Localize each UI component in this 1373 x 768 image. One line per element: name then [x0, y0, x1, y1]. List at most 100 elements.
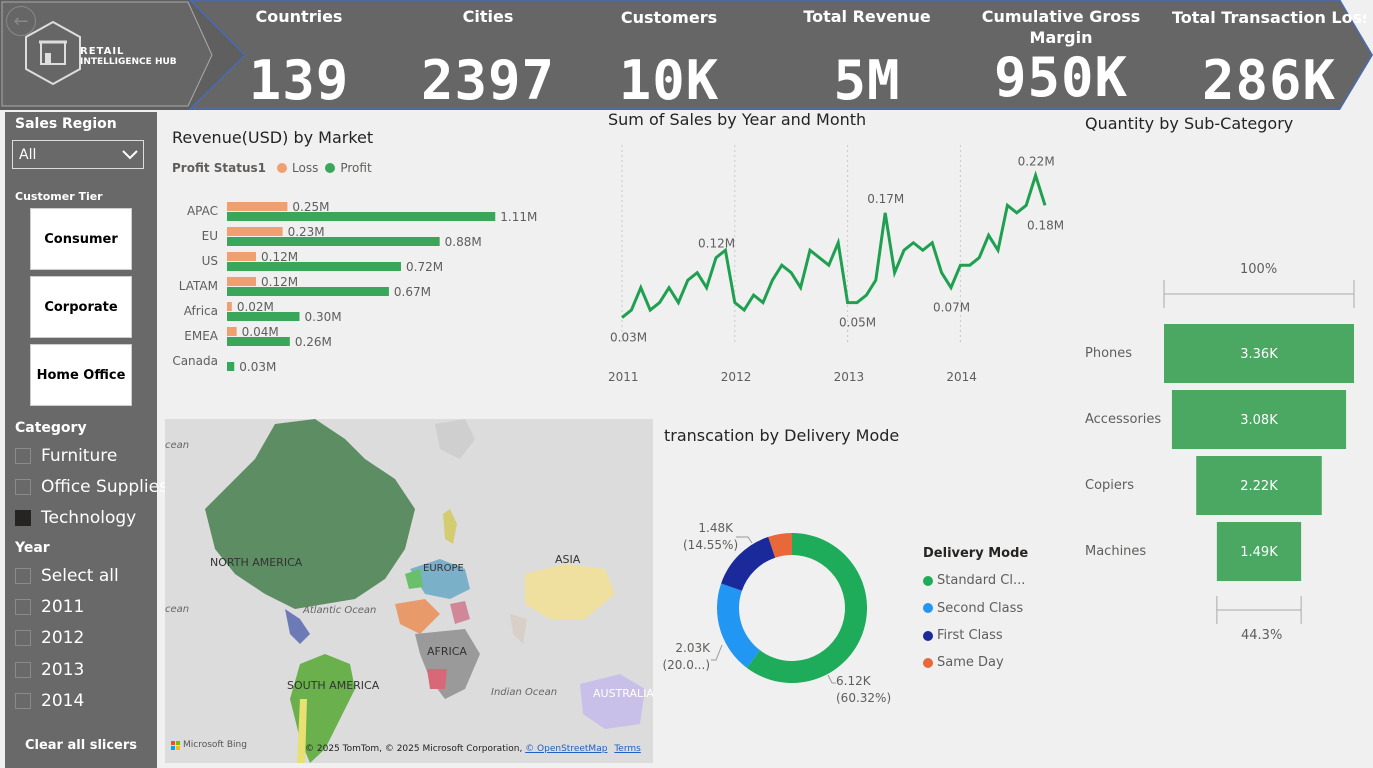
- legend-item-first: First Class: [923, 622, 1028, 649]
- microsoft-logo-icon: [171, 740, 180, 750]
- funnel-category-label: Copiers: [1085, 478, 1134, 493]
- market-bar-profit[interactable]: [227, 287, 389, 296]
- world-map[interactable]: NORTH AMERICA SOUTH AMERICA EUROPE ASIA …: [165, 419, 653, 763]
- sales-x-tick: 2011: [608, 370, 639, 384]
- market-bar-label: 0.12M: [261, 275, 298, 289]
- legend-item-same-day: Same Day: [923, 649, 1028, 676]
- sales-x-tick: 2012: [721, 370, 752, 384]
- copyright-text: © 2025 TomTom, © 2025 Microsoft Corporat…: [305, 744, 523, 754]
- checkbox[interactable]: [15, 630, 31, 646]
- checkbox[interactable]: [15, 479, 31, 495]
- market-category-label: APAC: [187, 204, 218, 218]
- checkbox[interactable]: [15, 693, 31, 709]
- market-bar-label: 0.67M: [394, 285, 431, 299]
- legend-profit: Profit: [340, 161, 372, 175]
- market-bar-profit[interactable]: [227, 312, 300, 321]
- market-bar-label: 0.04M: [242, 325, 279, 339]
- checkbox[interactable]: [15, 568, 31, 584]
- map-label-ocean-mid: cean: [165, 604, 190, 615]
- tier-button-home-office[interactable]: Home Office: [30, 344, 132, 406]
- year-item-2014[interactable]: 2014: [15, 691, 84, 711]
- market-bar-loss[interactable]: [227, 277, 256, 286]
- map-region-china: [525, 564, 615, 619]
- market-bar-profit[interactable]: [227, 362, 235, 371]
- funnel-chart: 3.36K Phones 3.08K Accessories 2.22K Copiers 1…: [1085, 280, 1355, 624]
- logo-line2: INTELLIGENCE HUB: [80, 57, 177, 67]
- year-item-2012[interactable]: 2012: [15, 628, 84, 648]
- funnel-category-label: Accessories: [1085, 412, 1161, 427]
- year-item-2013[interactable]: 2013: [15, 660, 84, 680]
- market-bar-profit[interactable]: [227, 262, 401, 271]
- sales-line-chart: 2011 2012 2013 2014 0.03M 0.12M 0.05M 0.17M 0.07…: [608, 145, 1064, 384]
- funnel-bar-label: 3.08K: [1240, 413, 1278, 428]
- standard-class-value: 6.12K: [836, 674, 871, 688]
- market-bar-profit[interactable]: [227, 237, 440, 246]
- first-class-value: 1.48K: [698, 521, 733, 535]
- sidebar: Sales Region All Customer Tier Consumer …: [5, 112, 168, 768]
- market-bar-label: 0.02M: [237, 300, 274, 314]
- second-class-value: 2.03K: [675, 641, 710, 655]
- sales-line[interactable]: [621, 170, 1047, 319]
- terms-link[interactable]: Terms: [614, 744, 641, 754]
- market-bar-label: 0.30M: [305, 310, 342, 324]
- category-item-technology[interactable]: Technology: [15, 508, 136, 528]
- map-label-indian: Indian Ocean: [491, 687, 558, 698]
- year-label: Year: [15, 540, 50, 556]
- kpi-transaction-loss: Total Transaction Loss 286K: [1172, 0, 1366, 110]
- checkbox[interactable]: [15, 662, 31, 678]
- sales-data-label: 0.05M: [839, 316, 876, 330]
- market-category-label: LATAM: [179, 279, 218, 293]
- map-attribution: © 2025 TomTom, © 2025 Microsoft Corporat…: [305, 744, 641, 754]
- market-bar-profit[interactable]: [227, 212, 496, 221]
- market-bar-label: 0.25M: [292, 200, 329, 214]
- market-bar-loss[interactable]: [227, 252, 256, 261]
- kpi-title: Countries: [255, 7, 343, 26]
- second-class-pct: (20.0...): [662, 658, 710, 672]
- market-legend: Profit Status1 Loss Profit: [172, 161, 372, 175]
- market-bar-label: 0.72M: [406, 260, 443, 274]
- sales-region-dropdown[interactable]: All: [12, 140, 144, 169]
- delivery-legend: Delivery Mode Standard Cl... Second Clas…: [923, 546, 1028, 676]
- market-bar-loss[interactable]: [227, 227, 283, 236]
- checkbox[interactable]: [15, 448, 31, 464]
- tier-button-consumer[interactable]: Consumer: [30, 208, 132, 270]
- market-bar-label: 1.11M: [500, 210, 537, 224]
- legend-dot-loss: [277, 163, 288, 173]
- checkbox[interactable]: [15, 599, 31, 615]
- donut-slice-second-class[interactable]: [717, 583, 761, 668]
- category-item-furniture[interactable]: Furniture: [15, 446, 117, 466]
- sales-x-tick: 2013: [834, 370, 865, 384]
- funnel-chart-title: Quantity by Sub-Category: [1085, 114, 1294, 133]
- market-chart-title: Revenue(USD) by Market: [172, 128, 374, 147]
- map-region-north-africa: [395, 599, 440, 634]
- map-label-australia: AUSTRALIA: [593, 687, 653, 700]
- legend-item-second: Second Class: [923, 594, 1028, 622]
- market-bar-loss[interactable]: [227, 202, 288, 211]
- map-label-south-america: SOUTH AMERICA: [287, 679, 380, 692]
- leader-line-second: [711, 644, 723, 661]
- clear-slicers-button[interactable]: Clear all slicers: [5, 738, 157, 753]
- map-label-atlantic: Atlantic Ocean: [303, 605, 377, 616]
- funnel-category-label: Machines: [1085, 544, 1146, 559]
- sales-x-tick: 2014: [946, 370, 977, 384]
- checkbox-label: Furniture: [41, 446, 118, 466]
- market-bar-profit[interactable]: [227, 337, 290, 346]
- market-bar-loss[interactable]: [227, 302, 232, 311]
- logo-line1: RETAIL: [80, 46, 125, 57]
- checkbox-label: Select all: [41, 566, 119, 586]
- category-item-office-supplies[interactable]: Office Supplies: [15, 477, 168, 497]
- year-item-select-all[interactable]: Select all: [15, 566, 119, 586]
- legend-label: Standard Cl...: [937, 573, 1026, 588]
- market-category-label: EMEA: [184, 329, 219, 343]
- map-label-ocean-top: cean: [165, 440, 190, 451]
- funnel-bottom-pct: 44.3%: [1241, 628, 1283, 643]
- kpi-gross-margin: Cumulative Gross Margin 950K: [976, 0, 1146, 110]
- market-bar-loss[interactable]: [227, 327, 237, 336]
- market-bar-label: 0.12M: [261, 250, 298, 264]
- bing-logo: Microsoft Bing: [171, 740, 247, 750]
- tier-button-corporate[interactable]: Corporate: [30, 276, 132, 338]
- osm-link[interactable]: © OpenStreetMap: [525, 744, 607, 754]
- checkbox[interactable]: [15, 510, 31, 526]
- leader-line-standard: [827, 674, 836, 684]
- year-item-2011[interactable]: 2011: [15, 597, 84, 617]
